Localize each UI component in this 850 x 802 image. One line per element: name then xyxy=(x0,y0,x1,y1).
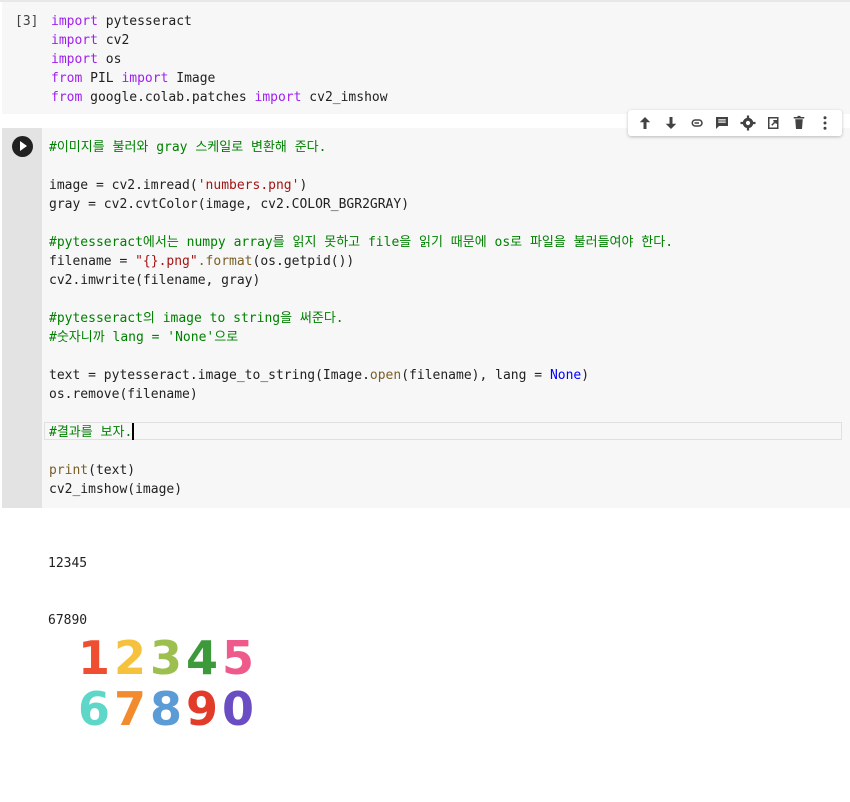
code-token: cv2 xyxy=(97,33,130,48)
digit-0: 0 xyxy=(222,682,254,730)
code-token: PIL xyxy=(82,71,122,86)
code-token: cv2_imshow xyxy=(301,90,388,105)
digit-5: 5 xyxy=(222,631,254,685)
code-line: from PIL import Image xyxy=(51,69,388,88)
code-token: (text) xyxy=(88,463,136,478)
output-image-numbers: 1 2 3 4 5 6 7 8 9 0 xyxy=(78,631,254,730)
code-line: ​ xyxy=(49,290,673,309)
code-line: text = pytesseract.image_to_string(Image… xyxy=(49,366,673,385)
code-line: #결과를 보자. xyxy=(49,423,673,442)
code-token: import xyxy=(51,52,98,67)
execution-count: [3] xyxy=(15,14,39,29)
code-line: os.remove(filename) xyxy=(49,385,673,404)
code-token: open xyxy=(369,368,402,383)
code-token: #결과를 보자. xyxy=(49,425,133,440)
code-line: print(text) xyxy=(49,461,673,480)
code-line: import os xyxy=(51,50,388,69)
gear-icon[interactable] xyxy=(737,112,759,134)
code-editor-imports[interactable]: import pytesseract import cv2 import os fro… xyxy=(51,12,388,107)
code-token: os.remove(filename) xyxy=(49,387,198,402)
code-line: #pytesseract의 image to string을 써준다. xyxy=(49,309,673,328)
code-line: gray = cv2.cvtColor(image, cv2.COLOR_BGR… xyxy=(49,195,673,214)
code-token: import xyxy=(121,71,169,86)
cell-toolbar xyxy=(628,110,842,136)
code-line: ​ xyxy=(49,157,673,176)
digit-2: 2 xyxy=(114,631,146,685)
code-line: ​ xyxy=(49,442,673,461)
delete-icon[interactable] xyxy=(788,112,810,134)
code-token: (os.getpid()) xyxy=(252,254,355,269)
code-token: from xyxy=(51,90,83,105)
digit-7: 7 xyxy=(114,682,146,730)
code-editor-ocr[interactable]: #이미지를 불러와 gray 스케일로 변환해 준다.​image = cv2.… xyxy=(49,138,673,499)
code-token: pytesseract xyxy=(97,14,192,29)
output-line: 67890 xyxy=(48,613,88,628)
digit-8: 8 xyxy=(150,682,182,730)
more-options-icon[interactable] xyxy=(814,112,836,134)
code-line: cv2_imshow(image) xyxy=(49,480,673,499)
digit-9: 9 xyxy=(186,682,218,730)
code-line: image = cv2.imread('numbers.png') xyxy=(49,176,673,195)
code-line: #숫자니까 lang = 'None'으로 xyxy=(49,328,673,347)
code-token: from xyxy=(51,71,83,86)
code-token: cv2_imshow(image) xyxy=(49,482,183,497)
digit-1: 1 xyxy=(78,631,110,685)
code-token: (filename), lang = xyxy=(401,368,550,383)
code-line: ​ xyxy=(49,404,673,423)
digit-3: 3 xyxy=(150,631,182,685)
code-line: from google.colab.patches import cv2_ims… xyxy=(51,88,388,107)
code-token: gray = cv2.cvtColor(image, cv2.COLOR_BGR… xyxy=(49,197,410,212)
code-token: import xyxy=(51,33,98,48)
code-line: import cv2 xyxy=(51,31,388,50)
code-token: import xyxy=(254,90,302,105)
code-line: ​ xyxy=(49,214,673,233)
text-cursor xyxy=(132,423,134,440)
code-token: None xyxy=(549,368,582,383)
move-cell-up-icon[interactable] xyxy=(634,112,656,134)
comment-icon[interactable] xyxy=(711,112,733,134)
code-line: import pytesseract xyxy=(51,12,388,31)
code-token: 'numbers.png' xyxy=(197,178,300,193)
code-token: filename = xyxy=(49,254,136,269)
code-token: #pytesseract의 image to string을 써준다. xyxy=(49,311,344,326)
code-token: text = pytesseract.image_to_string(Image… xyxy=(49,368,370,383)
code-token: #이미지를 불러와 gray 스케일로 변환해 준다. xyxy=(49,140,327,155)
move-cell-down-icon[interactable] xyxy=(660,112,682,134)
code-token: "{}.png" xyxy=(135,254,198,269)
code-line: filename = "{}.png".format(os.getpid()) xyxy=(49,252,673,271)
code-cell-imports[interactable]: [3] import pytesseract import cv2 import o… xyxy=(2,2,850,114)
code-token: Image xyxy=(168,71,216,86)
code-line: #pytesseract에서는 numpy array를 읽지 못하고 file… xyxy=(49,233,673,252)
cell-gutter xyxy=(2,128,42,508)
code-token: image = cv2.imread( xyxy=(49,178,198,193)
code-token: import xyxy=(51,14,98,29)
digit-4: 4 xyxy=(186,631,218,685)
run-cell-button[interactable] xyxy=(12,136,33,157)
code-token: os xyxy=(97,52,122,67)
code-token: #pytesseract에서는 numpy array를 읽지 못하고 file… xyxy=(49,235,674,250)
digit-6: 6 xyxy=(78,682,110,730)
code-line: ​ xyxy=(49,347,673,366)
link-icon[interactable] xyxy=(685,112,707,134)
code-token: ) xyxy=(299,178,308,193)
code-line: #이미지를 불러와 gray 스케일로 변환해 준다. xyxy=(49,138,673,157)
mirror-cell-icon[interactable] xyxy=(763,112,785,134)
code-token: google.colab.patches xyxy=(82,90,255,105)
code-token: .format xyxy=(197,254,253,269)
code-token: ) xyxy=(581,368,590,383)
code-token: cv2.imwrite(filename, gray) xyxy=(49,273,261,288)
code-line: cv2.imwrite(filename, gray) xyxy=(49,271,673,290)
output-line: 12345 xyxy=(48,556,88,571)
code-token: #숫자니까 lang = 'None'으로 xyxy=(49,330,239,345)
code-token: print xyxy=(49,463,89,478)
